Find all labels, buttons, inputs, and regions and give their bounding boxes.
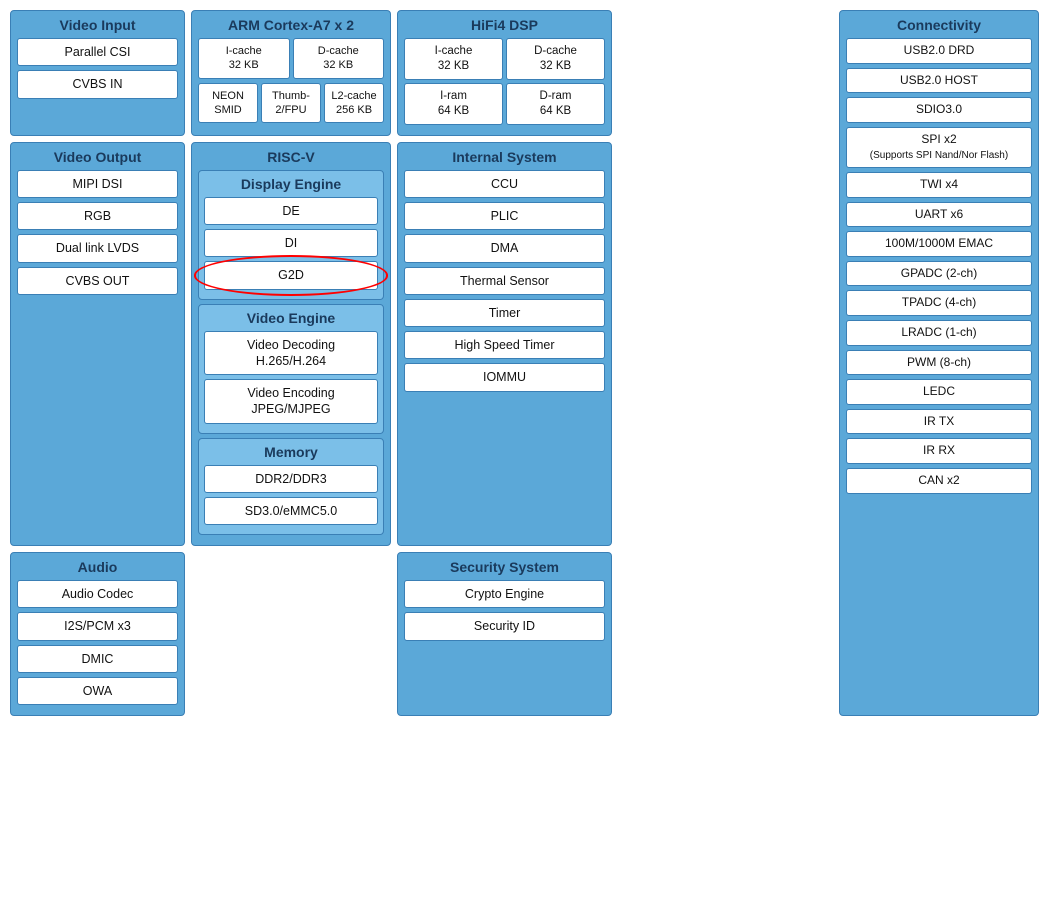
ddr2-ddr3: DDR2/DDR3 xyxy=(204,465,378,493)
security-system-title: Security System xyxy=(404,559,605,575)
video-input-title: Video Input xyxy=(17,17,178,33)
audio-title: Audio xyxy=(17,559,178,575)
video-output-title: Video Output xyxy=(17,149,178,165)
g2d-wrapper: G2D xyxy=(204,261,378,289)
i2s-pcm: I2S/PCM x3 xyxy=(17,612,178,640)
dual-link-lvds: Dual link LVDS xyxy=(17,234,178,262)
uart-x6: UART x6 xyxy=(846,202,1032,228)
icache: I-cache32 KB xyxy=(198,38,290,79)
l2-cache: L2-cache256 KB xyxy=(324,83,384,124)
display-engine-title: Display Engine xyxy=(204,176,378,192)
hifi-dram: D-ram64 KB xyxy=(506,83,605,125)
video-decoding: Video DecodingH.265/H.264 xyxy=(204,331,378,376)
internal-system-block: Internal System CCU PLIC DMA Thermal Sen… xyxy=(397,142,612,546)
video-input-block: Video Input Parallel CSI CVBS IN xyxy=(10,10,185,136)
plic: PLIC xyxy=(404,202,605,230)
iommu: IOMMU xyxy=(404,363,605,391)
dma: DMA xyxy=(404,234,605,262)
video-output-block: Video Output MIPI DSI RGB Dual link LVDS… xyxy=(10,142,185,546)
di: DI xyxy=(204,229,378,257)
cvbs-in: CVBS IN xyxy=(17,70,178,98)
dcache: D-cache32 KB xyxy=(293,38,385,79)
connectivity-title: Connectivity xyxy=(846,17,1032,33)
sd3-emmc5: SD3.0/eMMC5.0 xyxy=(204,497,378,525)
video-encoding: Video EncodingJPEG/MJPEG xyxy=(204,379,378,424)
main-diagram: Video Input Parallel CSI CVBS IN ARM Cor… xyxy=(10,10,1035,716)
mipi-dsi: MIPI DSI xyxy=(17,170,178,198)
connectivity-block: Connectivity USB2.0 DRD USB2.0 HOST SDIO… xyxy=(839,10,1039,716)
hifi-dcache: D-cache32 KB xyxy=(506,38,605,80)
usb2-drd: USB2.0 DRD xyxy=(846,38,1032,64)
hifi4-block: HiFi4 DSP I-cache32 KB D-cache32 KB I-ra… xyxy=(397,10,612,136)
spi-x2: SPI x2(Supports SPI Nand/Nor Flash) xyxy=(846,127,1032,168)
high-speed-timer: High Speed Timer xyxy=(404,331,605,359)
parallel-csi: Parallel CSI xyxy=(17,38,178,66)
lradc: LRADC (1-ch) xyxy=(846,320,1032,346)
arm-cortex-title: ARM Cortex-A7 x 2 xyxy=(198,17,384,33)
risc-v-block: RISC-V Display Engine DE DI G2D Video En… xyxy=(191,142,391,546)
arm-cortex-block: ARM Cortex-A7 x 2 I-cache32 KB D-cache32… xyxy=(191,10,391,136)
hifi-icache: I-cache32 KB xyxy=(404,38,503,80)
pwm: PWM (8-ch) xyxy=(846,350,1032,376)
ccu: CCU xyxy=(404,170,605,198)
rgb: RGB xyxy=(17,202,178,230)
sdio3: SDIO3.0 xyxy=(846,97,1032,123)
can-x2: CAN x2 xyxy=(846,468,1032,494)
g2d: G2D xyxy=(204,261,378,289)
cvbs-out: CVBS OUT xyxy=(17,267,178,295)
dmic: DMIC xyxy=(17,645,178,673)
thermal-sensor: Thermal Sensor xyxy=(404,267,605,295)
audio-codec: Audio Codec xyxy=(17,580,178,608)
risc-v-title: RISC-V xyxy=(198,149,384,165)
neon-smid: NEONSMID xyxy=(198,83,258,124)
emac: 100M/1000M EMAC xyxy=(846,231,1032,257)
crypto-engine: Crypto Engine xyxy=(404,580,605,608)
ledc: LEDC xyxy=(846,379,1032,405)
hifi-iram: I-ram64 KB xyxy=(404,83,503,125)
security-system-block: Security System Crypto Engine Security I… xyxy=(397,552,612,716)
ir-rx: IR RX xyxy=(846,438,1032,464)
thumb-fpu: Thumb-2/FPU xyxy=(261,83,321,124)
twi-x4: TWI x4 xyxy=(846,172,1032,198)
hifi4-title: HiFi4 DSP xyxy=(404,17,605,33)
de: DE xyxy=(204,197,378,225)
video-engine-title: Video Engine xyxy=(204,310,378,326)
memory-title: Memory xyxy=(204,444,378,460)
owa: OWA xyxy=(17,677,178,705)
internal-system-title: Internal System xyxy=(404,149,605,165)
audio-block: Audio Audio Codec I2S/PCM x3 DMIC OWA xyxy=(10,552,185,716)
tpadc: TPADC (4-ch) xyxy=(846,290,1032,316)
gpadc: GPADC (2-ch) xyxy=(846,261,1032,287)
timer: Timer xyxy=(404,299,605,327)
security-id: Security ID xyxy=(404,612,605,640)
usb2-host: USB2.0 HOST xyxy=(846,68,1032,94)
ir-tx: IR TX xyxy=(846,409,1032,435)
